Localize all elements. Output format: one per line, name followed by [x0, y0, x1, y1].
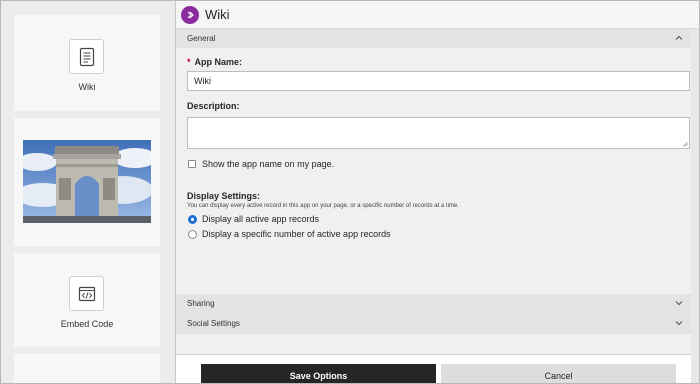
- panel-footer: Save Options Cancel: [176, 354, 692, 383]
- gallery-card-wiki[interactable]: Wiki: [14, 15, 160, 111]
- app-frame: Wiki Embed Code Wiki General * App Name:…: [0, 0, 700, 384]
- radio-specific-button[interactable]: [188, 229, 197, 239]
- save-options-button[interactable]: Save Options: [201, 364, 436, 383]
- wiki-notebook-icon: [69, 39, 104, 74]
- show-name-checkbox[interactable]: [188, 160, 196, 168]
- app-settings-panel: Wiki General * App Name: Wiki Description…: [175, 1, 699, 383]
- show-name-option[interactable]: Show the app name on my page.: [188, 159, 334, 169]
- gallery-card-label: Wiki: [78, 82, 96, 92]
- chevron-right-circle-icon: [181, 6, 199, 24]
- chevron-down-icon: [675, 301, 683, 306]
- section-general-header[interactable]: General: [176, 29, 692, 48]
- panel-title: Wiki: [205, 7, 230, 22]
- app-name-input[interactable]: Wiki: [187, 71, 690, 91]
- app-name-label-text: App Name:: [194, 57, 243, 67]
- display-settings-help: You can display every active record in t…: [187, 203, 459, 209]
- radio-all-button[interactable]: [188, 214, 197, 224]
- section-sharing-label: Sharing: [187, 299, 215, 308]
- section-social-label: Social Settings: [187, 319, 240, 328]
- radio-all-label: Display all active app records: [202, 214, 320, 224]
- description-label: Description:: [187, 101, 240, 111]
- display-settings-label: Display Settings:: [187, 191, 261, 201]
- cancel-button[interactable]: Cancel: [441, 364, 676, 383]
- gallery-card-label: Embed Code: [60, 319, 114, 329]
- arc-de-triomphe-photo: [23, 140, 151, 223]
- chevron-up-icon: [675, 35, 683, 40]
- description-textarea[interactable]: [187, 117, 690, 149]
- gallery-card-embed-code[interactable]: Embed Code: [14, 253, 160, 347]
- radio-option-all[interactable]: Display all active app records: [188, 214, 319, 224]
- app-name-label: * App Name:: [187, 57, 242, 67]
- chevron-down-icon: [675, 321, 683, 326]
- section-sharing-header[interactable]: Sharing: [176, 294, 692, 314]
- panel-scrollbar[interactable]: [691, 29, 699, 383]
- radio-option-specific[interactable]: Display a specific number of active app …: [188, 229, 391, 239]
- radio-specific-label: Display a specific number of active app …: [202, 229, 391, 239]
- gallery-card-partial[interactable]: [14, 354, 160, 383]
- section-general-label: General: [187, 34, 216, 43]
- resize-grip-icon[interactable]: [682, 141, 688, 147]
- gallery-card-photo[interactable]: [14, 118, 160, 246]
- section-social-header[interactable]: Social Settings: [176, 314, 692, 334]
- show-name-label: Show the app name on my page.: [202, 159, 335, 169]
- embed-code-icon: [69, 276, 104, 311]
- app-gallery-column: Wiki Embed Code: [1, 1, 174, 383]
- panel-titlebar: Wiki: [176, 1, 699, 29]
- required-mark: *: [187, 57, 191, 67]
